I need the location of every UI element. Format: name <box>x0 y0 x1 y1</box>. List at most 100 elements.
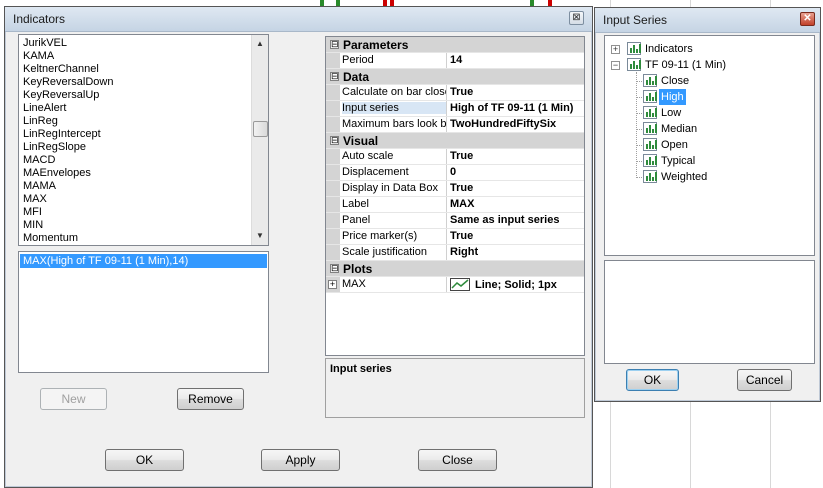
row-gutter <box>326 229 340 244</box>
property-value[interactable]: 14 <box>450 54 584 66</box>
row-gutter <box>326 101 340 116</box>
indicator-list-item[interactable]: KeltnerChannel <box>19 63 252 76</box>
ok-button[interactable]: OK <box>105 449 184 471</box>
indicator-list-item[interactable]: LinRegIntercept <box>19 128 252 141</box>
category-row-plots[interactable]: ⊟ Plots <box>326 261 584 277</box>
property-value[interactable]: True <box>450 150 584 162</box>
new-button[interactable]: New <box>40 388 107 410</box>
column-divider[interactable] <box>446 229 447 244</box>
indicator-list-item[interactable]: JurikVEL <box>19 37 252 50</box>
indicator-list-item[interactable]: KeyReversalUp <box>19 89 252 102</box>
column-divider[interactable] <box>446 245 447 260</box>
remove-button[interactable]: Remove <box>177 388 244 410</box>
property-value[interactable]: 0 <box>450 166 584 178</box>
property-row[interactable]: Label MAX <box>326 197 584 213</box>
property-value[interactable]: Right <box>450 246 584 258</box>
input-series-tree[interactable]: + Indicators − TF 09-11 (1 Min) Close High Low… <box>604 35 815 256</box>
tree-node-high[interactable]: High <box>605 89 810 105</box>
property-value[interactable]: True <box>450 86 584 98</box>
tree-node-label: Low <box>661 107 682 119</box>
column-divider[interactable] <box>446 101 447 116</box>
property-row[interactable]: Input series High of TF 09-11 (1 Min) <box>326 101 584 117</box>
collapse-icon[interactable]: ⊟ <box>330 264 339 273</box>
property-value[interactable]: True <box>450 230 584 242</box>
collapse-icon[interactable]: ⊟ <box>330 136 339 145</box>
property-row[interactable]: Price marker(s) True <box>326 229 584 245</box>
scroll-thumb[interactable] <box>253 121 268 137</box>
category-row-visual[interactable]: ⊟ Visual <box>326 133 584 149</box>
tree-node-typical[interactable]: Typical <box>605 153 810 169</box>
indicator-list-scrollbar[interactable]: ▲ ▼ <box>251 35 268 245</box>
property-value[interactable]: High of TF 09-11 (1 Min) <box>450 102 584 114</box>
property-value[interactable]: TwoHundredFiftySix <box>450 118 584 130</box>
property-row[interactable]: + MAX Line; Solid; 1px <box>326 277 584 293</box>
column-divider[interactable] <box>446 181 447 196</box>
property-value[interactable]: Same as input series <box>450 214 584 226</box>
collapse-icon[interactable]: ⊟ <box>330 72 339 81</box>
cancel-button[interactable]: Cancel <box>737 369 792 391</box>
indicator-list[interactable]: JurikVEL KAMA KeltnerChannel KeyReversalDow… <box>18 34 269 246</box>
tree-node-close[interactable]: Close <box>605 73 810 89</box>
property-value[interactable]: Line; Solid; 1px <box>450 278 584 291</box>
indicator-list-item[interactable]: LinRegSlope <box>19 141 252 154</box>
column-divider[interactable] <box>446 117 447 132</box>
applied-indicator-item[interactable]: MAX(High of TF 09-11 (1 Min),14) <box>20 254 267 268</box>
tree-node-median[interactable]: Median <box>605 121 810 137</box>
property-row[interactable]: Auto scale True <box>326 149 584 165</box>
category-label: Visual <box>343 134 379 148</box>
indicator-list-item[interactable]: MIN <box>19 219 252 232</box>
property-row[interactable]: Displacement 0 <box>326 165 584 181</box>
property-row[interactable]: Period 14 <box>326 53 584 69</box>
property-row[interactable]: Calculate on bar close True <box>326 85 584 101</box>
indicator-list-item[interactable]: MAX <box>19 193 252 206</box>
indicator-list-item[interactable]: KeyReversalDown <box>19 76 252 89</box>
tree-node-weighted[interactable]: Weighted <box>605 169 810 185</box>
plot-line-icon <box>450 278 470 291</box>
indicator-list-item[interactable]: LinReg <box>19 115 252 128</box>
category-row-data[interactable]: ⊟ Data <box>326 69 584 85</box>
indicators-titlebar[interactable]: Indicators ⊠ <box>5 7 592 32</box>
column-divider[interactable] <box>446 53 447 68</box>
bar-chart-icon <box>643 74 657 87</box>
tree-node-open[interactable]: Open <box>605 137 810 153</box>
expand-icon[interactable]: + <box>611 45 620 54</box>
tree-node-root_series[interactable]: − TF 09-11 (1 Min) <box>605 57 810 73</box>
close-button[interactable]: Close <box>418 449 497 471</box>
input-series-titlebar[interactable]: Input Series ✕ <box>595 8 820 33</box>
scroll-down-icon[interactable]: ▼ <box>252 228 268 244</box>
column-divider[interactable] <box>446 85 447 100</box>
tree-node-root_indicators[interactable]: + Indicators <box>605 41 810 57</box>
row-gutter <box>326 165 340 180</box>
apply-button[interactable]: Apply <box>261 449 340 471</box>
column-divider[interactable] <box>446 197 447 212</box>
property-grid[interactable]: ⊟ Parameters Period 14 ⊟ Data Calculate on bar… <box>325 36 585 356</box>
property-value[interactable]: MAX <box>450 198 584 210</box>
property-row[interactable]: Scale justification Right <box>326 245 584 261</box>
indicator-list-item[interactable]: MFI <box>19 206 252 219</box>
indicator-list-item[interactable]: LineAlert <box>19 102 252 115</box>
category-row-parameters[interactable]: ⊟ Parameters <box>326 37 584 53</box>
close-icon[interactable]: ✕ <box>800 12 815 26</box>
property-value[interactable]: True <box>450 182 584 194</box>
indicator-list-item[interactable]: MAEnvelopes <box>19 167 252 180</box>
close-icon[interactable]: ⊠ <box>569 11 584 25</box>
applied-indicators-list[interactable]: MAX(High of TF 09-11 (1 Min),14) <box>18 251 269 373</box>
column-divider[interactable] <box>446 213 447 228</box>
column-divider[interactable] <box>446 149 447 164</box>
property-row[interactable]: Maximum bars look back TwoHundredFiftySix <box>326 117 584 133</box>
indicator-list-item[interactable]: KAMA <box>19 50 252 63</box>
scroll-up-icon[interactable]: ▲ <box>252 36 268 52</box>
tree-node-low[interactable]: Low <box>605 105 810 121</box>
property-row[interactable]: Panel Same as input series <box>326 213 584 229</box>
column-divider[interactable] <box>446 277 447 292</box>
indicator-list-item[interactable]: MAMA <box>19 180 252 193</box>
expand-icon[interactable]: + <box>328 280 337 289</box>
indicator-list-item[interactable]: MACD <box>19 154 252 167</box>
bar-chart-icon <box>627 42 641 55</box>
collapse-icon[interactable]: ⊟ <box>330 40 339 49</box>
property-row[interactable]: Display in Data Box True <box>326 181 584 197</box>
collapse-icon[interactable]: − <box>611 61 620 70</box>
indicator-list-item[interactable]: Momentum <box>19 232 252 245</box>
ok-button[interactable]: OK <box>626 369 679 391</box>
column-divider[interactable] <box>446 165 447 180</box>
